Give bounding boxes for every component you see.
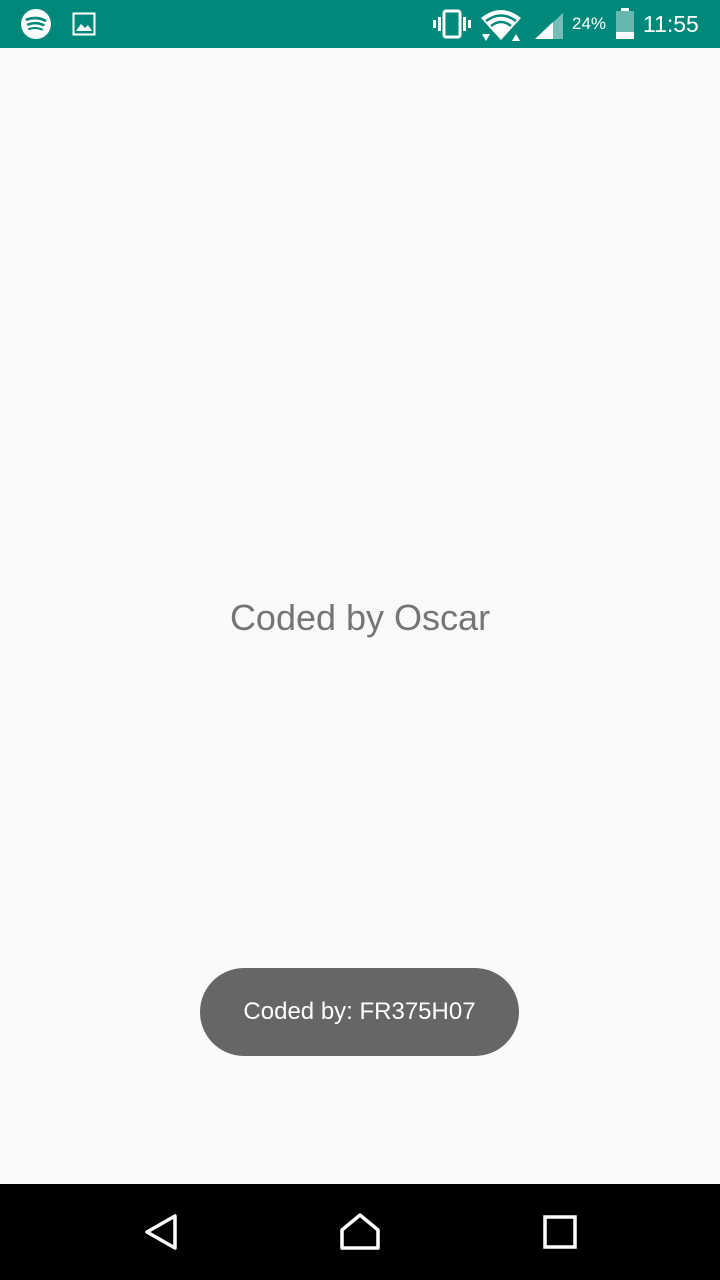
- navigation-bar: [0, 1184, 720, 1280]
- toast-message: Coded by: FR375H07: [200, 968, 519, 1056]
- battery-icon: [616, 8, 634, 39]
- spotify-icon: [21, 9, 51, 39]
- image-icon: [72, 12, 96, 36]
- recents-icon[interactable]: [536, 1208, 584, 1256]
- app-screen: 24% 11:55 Coded by Oscar Coded by: FR375…: [0, 0, 720, 1280]
- vibrate-icon: [433, 9, 471, 39]
- main-title: Coded by Oscar: [229, 597, 491, 638]
- wifi-icon: [481, 10, 521, 41]
- toast-text: Coded by: FR375H07: [243, 998, 476, 1025]
- signal-icon: [535, 13, 563, 39]
- clock: 11:55: [643, 11, 699, 37]
- home-icon[interactable]: [336, 1208, 384, 1256]
- back-icon[interactable]: [136, 1208, 184, 1256]
- battery-percent: 24%: [572, 14, 607, 33]
- status-bar: 24% 11:55: [0, 0, 720, 48]
